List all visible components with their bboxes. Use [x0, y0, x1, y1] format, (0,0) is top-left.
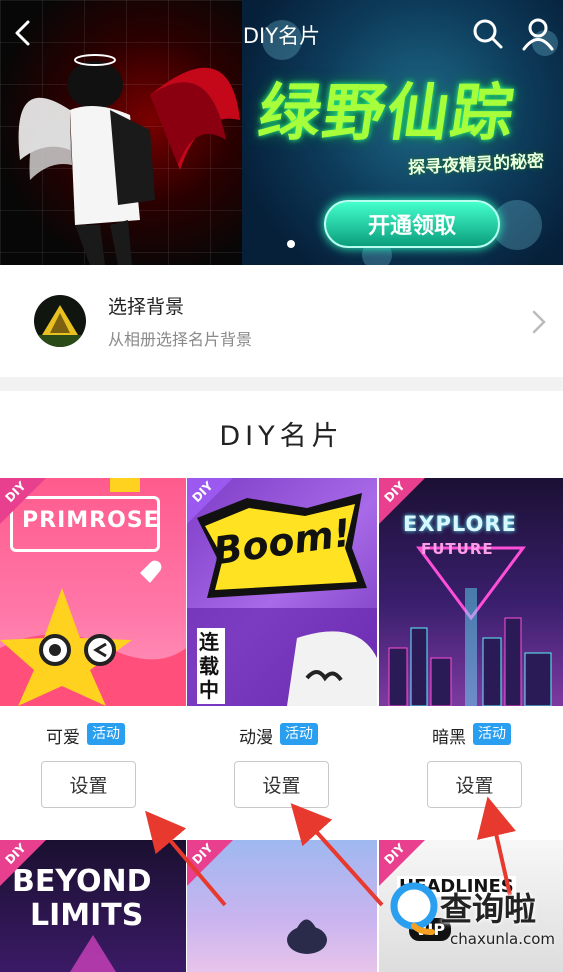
banner-claim-button[interactable]: 开通领取: [324, 200, 500, 248]
diy-card-page: 绿野仙踪 探寻夜精灵的秘密 开通领取 DIY名片 选择背景 从相册选择名片背景: [0, 0, 563, 972]
watermark-url: chaxunla.com: [450, 930, 555, 948]
set-button[interactable]: 设置: [41, 761, 136, 808]
thumbnail-art-text-secondary: 连载中: [197, 628, 225, 704]
user-profile-icon[interactable]: [520, 16, 556, 52]
card-thumbnail: PRIMROSE DIY: [0, 478, 186, 706]
activity-badge: 活动: [473, 723, 511, 745]
watermark-text: 查询啦: [440, 890, 537, 928]
card-anime[interactable]: Boom! 连载中 DIY 动漫 活动 设置: [187, 478, 377, 840]
card-thumbnail-sky[interactable]: DIY: [187, 840, 377, 972]
card-name: 暗黑: [432, 728, 466, 748]
search-icon[interactable]: [472, 18, 504, 50]
select-background-title: 选择背景: [108, 296, 185, 318]
select-background-row[interactable]: 选择背景 从相册选择名片背景: [0, 265, 563, 377]
chevron-right-icon: [532, 310, 546, 334]
site-watermark: 查询啦 chaxunla.com: [388, 880, 563, 960]
activity-badge: 活动: [87, 723, 125, 745]
card-cute[interactable]: PRIMROSE DIY 可爱 活动 设置: [0, 478, 186, 840]
background-thumbnail: [34, 295, 86, 347]
card-name: 动漫: [239, 728, 273, 748]
activity-badge: 活动: [280, 723, 318, 745]
card-dark[interactable]: EXPLORE FUTURE DIY 暗黑 活动 设置: [379, 478, 563, 840]
set-button[interactable]: 设置: [427, 761, 522, 808]
back-arrow-icon[interactable]: [10, 18, 38, 48]
top-nav-bar: DIY名片: [0, 0, 563, 66]
section-divider: [0, 377, 563, 391]
banner-title: 绿野仙踪: [254, 76, 521, 149]
card-thumbnail: Boom! 连载中 DIY: [187, 478, 377, 706]
magnifier-logo-icon: [390, 882, 438, 935]
select-background-subtitle: 从相册选择名片背景: [108, 330, 253, 349]
card-thumbnail: EXPLORE FUTURE DIY: [379, 478, 563, 706]
card-thumbnail-beyond[interactable]: BEYOND LIMITS DIY: [0, 840, 186, 972]
section-title: DIY名片: [219, 421, 344, 452]
thumbnail-art-text-secondary: FUTURE: [421, 540, 494, 558]
carousel-indicator: [287, 240, 295, 248]
card-name: 可爱: [46, 728, 80, 748]
set-button[interactable]: 设置: [234, 761, 329, 808]
